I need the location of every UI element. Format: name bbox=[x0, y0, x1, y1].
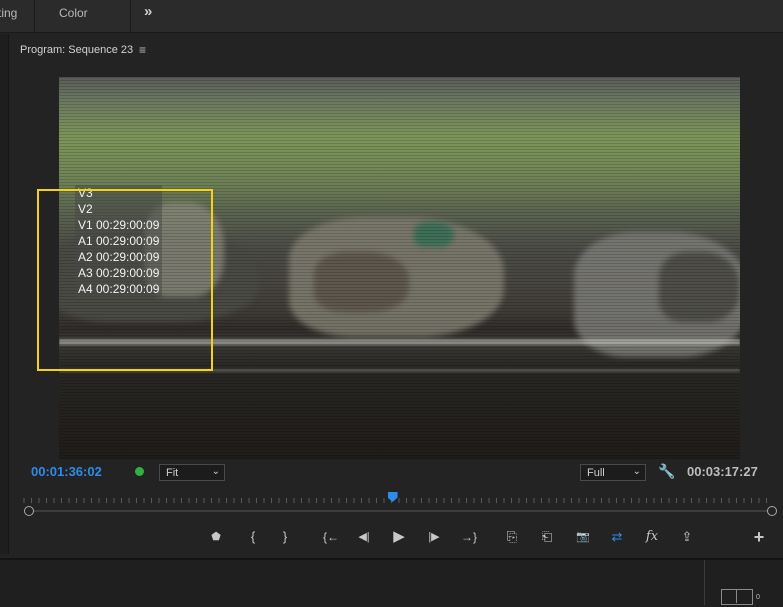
zoom-handle-right[interactable] bbox=[767, 506, 777, 516]
scrub-track[interactable] bbox=[28, 510, 772, 512]
go-to-out-icon[interactable]: →} bbox=[456, 528, 482, 546]
add-button-icon[interactable]: + bbox=[749, 528, 769, 546]
current-timecode[interactable]: 00:01:36:02 bbox=[31, 464, 102, 479]
add-marker-icon[interactable]: ⬟ bbox=[206, 528, 226, 546]
multicam-icon[interactable]: ⇄ bbox=[607, 528, 627, 546]
camera-icon[interactable]: 📷 bbox=[573, 528, 593, 546]
chevron-down-icon: ⌄ bbox=[211, 466, 220, 477]
tab-color[interactable]: Color bbox=[59, 6, 88, 20]
insert-icon[interactable]: ⎘ bbox=[502, 528, 522, 546]
go-to-in-icon[interactable]: {← bbox=[318, 528, 344, 546]
left-panel-edge bbox=[0, 34, 9, 554]
panel-title[interactable]: Program: Sequence 23 bbox=[20, 44, 133, 56]
mark-in-icon[interactable]: { bbox=[243, 528, 263, 546]
overwrite-icon[interactable]: ⎗ bbox=[537, 528, 557, 546]
tab-divider bbox=[130, 0, 131, 32]
step-back-icon[interactable]: ◀| bbox=[354, 528, 374, 546]
mark-out-icon[interactable]: } bbox=[275, 528, 295, 546]
share-icon[interactable]: ⇪ bbox=[677, 528, 697, 546]
highlight-box bbox=[37, 189, 213, 371]
audio-meter bbox=[721, 589, 753, 605]
panel-menu-icon[interactable]: ≡ bbox=[139, 43, 146, 57]
workspace-tab-bar: ting Color » bbox=[0, 0, 783, 33]
wrench-icon[interactable]: 🔧 bbox=[658, 463, 675, 480]
zoom-value: Fit bbox=[166, 467, 179, 479]
step-forward-icon[interactable]: |▶ bbox=[424, 528, 444, 546]
chevron-down-icon: ⌄ bbox=[632, 466, 641, 477]
duration-timecode: 00:03:17:27 bbox=[687, 464, 758, 479]
bottom-panel bbox=[0, 558, 783, 607]
fx-icon[interactable]: fx bbox=[642, 528, 662, 546]
time-ruler[interactable] bbox=[22, 496, 774, 504]
tab-editing[interactable]: ting bbox=[0, 6, 17, 20]
panel-divider bbox=[704, 560, 705, 605]
status-dot bbox=[135, 467, 144, 476]
meter-label: 0 bbox=[756, 594, 760, 601]
play-icon[interactable]: ▶ bbox=[389, 528, 409, 546]
audio-meter-divider bbox=[736, 589, 737, 603]
resolution-value: Full bbox=[587, 467, 605, 479]
tab-divider bbox=[34, 0, 35, 32]
zoom-dropdown[interactable]: Fit ⌄ bbox=[159, 464, 225, 481]
resolution-dropdown[interactable]: Full ⌄ bbox=[580, 464, 646, 481]
zoom-handle-left[interactable] bbox=[24, 506, 34, 516]
more-workspaces-icon[interactable]: » bbox=[144, 3, 152, 20]
